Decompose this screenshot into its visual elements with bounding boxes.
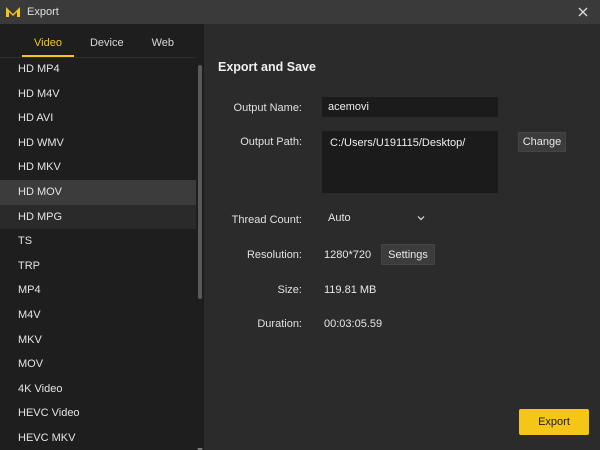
close-icon[interactable] bbox=[574, 3, 592, 21]
format-panel: Video Device Web HD MP4 HD M4V HD AVI HD… bbox=[0, 24, 204, 450]
chevron-down-icon bbox=[416, 213, 426, 223]
thread-count-label: Thread Count: bbox=[231, 214, 302, 226]
format-item-hevc-video[interactable]: HEVC Video bbox=[0, 401, 196, 426]
thread-count-select[interactable]: Auto bbox=[322, 208, 430, 228]
output-name-label: Output Name: bbox=[233, 102, 302, 114]
output-path-field[interactable]: C:/Users/U191115/Desktop/ bbox=[322, 131, 498, 193]
size-value: 119.81 MB bbox=[324, 284, 377, 296]
format-item-hd-wmv[interactable]: HD WMV bbox=[0, 131, 196, 156]
tab-video[interactable]: Video bbox=[20, 37, 76, 57]
thread-count-value: Auto bbox=[328, 212, 351, 224]
scrollbar-thumb[interactable] bbox=[198, 65, 202, 299]
export-button[interactable]: Export bbox=[519, 409, 589, 435]
format-item-trp[interactable]: TRP bbox=[0, 254, 196, 279]
export-settings-panel: Export and Save Output Name: Output Path… bbox=[204, 24, 600, 450]
format-item-hd-mpg[interactable]: HD MPG bbox=[0, 204, 196, 230]
format-item-mkv[interactable]: MKV bbox=[0, 328, 196, 353]
tab-web[interactable]: Web bbox=[138, 37, 188, 57]
resolution-settings-button[interactable]: Settings bbox=[381, 244, 435, 265]
resolution-value: 1280*720 bbox=[324, 249, 372, 261]
category-tabs: Video Device Web bbox=[0, 24, 204, 58]
format-item-mp4[interactable]: MP4 bbox=[0, 278, 196, 303]
format-item-mov[interactable]: MOV bbox=[0, 352, 196, 377]
format-item-hd-mov[interactable]: HD MOV bbox=[0, 179, 196, 205]
app-logo-icon bbox=[5, 5, 21, 19]
format-item-hd-avi[interactable]: HD AVI bbox=[0, 106, 196, 131]
format-item-4k-video[interactable]: 4K Video bbox=[0, 377, 196, 402]
scroll-down-arrow-icon[interactable] bbox=[197, 444, 203, 450]
output-name-input[interactable] bbox=[322, 97, 498, 117]
duration-value: 00:03:05.59 bbox=[324, 318, 383, 330]
tab-device[interactable]: Device bbox=[76, 37, 138, 57]
format-item-hd-m4v[interactable]: HD M4V bbox=[0, 82, 196, 107]
resolution-label: Resolution: bbox=[246, 249, 302, 261]
format-item-hevc-mkv[interactable]: HEVC MKV bbox=[0, 426, 196, 450]
format-item-hd-mp4[interactable]: HD MP4 bbox=[0, 57, 196, 82]
title-bar: Export bbox=[0, 0, 600, 24]
change-path-button[interactable]: Change bbox=[518, 132, 566, 152]
window-title: Export bbox=[27, 6, 59, 18]
duration-label: Duration: bbox=[257, 318, 302, 330]
format-list: HD MP4 HD M4V HD AVI HD WMV HD MKV HD MO… bbox=[0, 57, 196, 450]
format-list-scrollbar[interactable] bbox=[196, 57, 204, 450]
format-item-hd-mkv[interactable]: HD MKV bbox=[0, 155, 196, 180]
size-label: Size: bbox=[277, 284, 302, 296]
section-title: Export and Save bbox=[218, 60, 316, 74]
format-item-m4v[interactable]: M4V bbox=[0, 303, 196, 328]
output-path-label: Output Path: bbox=[240, 136, 302, 148]
format-item-ts[interactable]: TS bbox=[0, 229, 196, 254]
